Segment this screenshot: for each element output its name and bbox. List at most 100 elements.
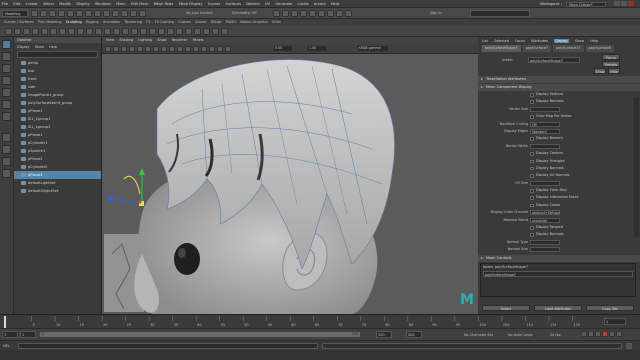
menu-mesh-display[interactable]: Mesh Display xyxy=(179,2,203,6)
live-surface-label[interactable]: No Live Surface xyxy=(186,8,213,19)
menu-cache[interactable]: Cache xyxy=(297,2,308,6)
flatten-tool-icon[interactable] xyxy=(50,28,57,35)
outliner-item[interactable]: pPlane3 xyxy=(14,171,101,179)
viewport-panel[interactable]: View Shading Lighting Show Renderer Pane… xyxy=(102,37,478,314)
shelf-tab-animation[interactable]: Animation xyxy=(103,20,120,24)
menu-select[interactable]: Select xyxy=(43,2,54,6)
bulge-tool-icon[interactable] xyxy=(140,28,147,35)
shelf-tab-motion-graphics[interactable]: Motion Graphics xyxy=(240,20,268,24)
menu-mesh[interactable]: Mesh xyxy=(116,2,125,6)
node-tab-surface8[interactable]: polySurface8 xyxy=(585,45,614,52)
select-hierarchy-icon[interactable] xyxy=(76,10,83,17)
symmetry-label[interactable]: Symmetry: Off xyxy=(232,8,257,19)
scrape-tool-icon[interactable] xyxy=(104,28,111,35)
move-manipulator[interactable] xyxy=(106,168,145,206)
exposure-field[interactable]: 0.00 xyxy=(274,46,292,51)
playback-start-field[interactable]: 1 xyxy=(20,331,36,338)
grab-tool-icon[interactable] xyxy=(32,28,39,35)
attribute-checkbox[interactable] xyxy=(530,196,534,200)
menu-modify[interactable]: Modify xyxy=(59,2,71,6)
wax-tool-icon[interactable] xyxy=(95,28,102,35)
snap-curve-icon[interactable] xyxy=(112,10,119,17)
menu-surfaces[interactable]: Surfaces xyxy=(225,2,241,6)
ae-tab-focus[interactable]: Focus xyxy=(515,39,525,43)
current-frame-field[interactable]: 1 xyxy=(604,318,626,325)
shelf-tab-fx[interactable]: FX xyxy=(146,20,150,24)
attribute-field[interactable] xyxy=(530,143,560,149)
open-scene-icon[interactable] xyxy=(40,10,47,17)
undo-icon[interactable] xyxy=(58,10,65,17)
ae-tab-list[interactable]: List xyxy=(482,39,488,43)
time-slider[interactable]: 5 10 15 20 25 30 35 40 45 50 55 60 65 70 75 80 85 90 95 100… xyxy=(0,314,640,328)
attribute-checkbox[interactable] xyxy=(530,152,534,156)
attribute-checkbox[interactable] xyxy=(530,115,534,119)
attribute-checkbox[interactable] xyxy=(530,189,534,193)
outliner-item[interactable]: pCylinder1 xyxy=(14,139,101,147)
image-plane-icon[interactable] xyxy=(121,46,127,52)
mask-tool-icon[interactable] xyxy=(176,28,183,35)
scene-canvas[interactable]: M xyxy=(102,54,478,314)
imprint-tool-icon[interactable] xyxy=(86,28,93,35)
menu-generate[interactable]: Generate xyxy=(275,2,292,6)
menu-help[interactable]: Help xyxy=(331,2,339,6)
tool-settings-icon[interactable] xyxy=(336,10,343,17)
outliner-item[interactable]: polySurfaceSetmt_group xyxy=(14,99,101,107)
amplify-tool-icon[interactable] xyxy=(149,28,156,35)
go-to-start-icon[interactable] xyxy=(580,331,587,337)
film-gate-icon[interactable] xyxy=(137,46,143,52)
invert-freeze-icon[interactable] xyxy=(212,28,219,35)
section-mesh-controls[interactable]: Mesh Controls xyxy=(478,254,640,262)
pinch-tool-icon[interactable] xyxy=(41,28,48,35)
shelf-tab-rendering[interactable]: Rendering xyxy=(125,20,142,24)
outliner-item[interactable]: pPlane1 xyxy=(14,131,101,139)
render-frame-icon[interactable] xyxy=(273,10,280,17)
outliner-item[interactable]: pSphere1 xyxy=(14,147,101,155)
shelf-tab-mash[interactable]: MASH xyxy=(226,20,236,24)
menu-curves[interactable]: Curves xyxy=(208,2,220,6)
attribute-field[interactable] xyxy=(530,180,560,186)
rotate-tool-icon[interactable] xyxy=(2,88,11,97)
node-tab-surface17[interactable]: polySurface17 xyxy=(553,45,584,52)
relax-tool-icon[interactable] xyxy=(23,28,30,35)
attribute-field[interactable] xyxy=(530,239,560,245)
hypershade-icon[interactable] xyxy=(300,10,307,17)
select-button[interactable]: Select xyxy=(482,305,530,311)
light-editor-icon[interactable] xyxy=(318,10,325,17)
attribute-checkbox[interactable] xyxy=(530,226,534,230)
search-input[interactable] xyxy=(470,10,530,17)
menu-file[interactable]: File xyxy=(2,2,8,6)
shelf-tab-bifrost[interactable]: Bifrost xyxy=(211,20,222,24)
viewport-menu-panels[interactable]: Panels xyxy=(193,38,204,42)
outliner-item[interactable]: Sl1_1group2 xyxy=(14,123,101,131)
shelf-tab-rigging[interactable]: Rigging xyxy=(86,20,99,24)
viewport-menu-view[interactable]: View xyxy=(106,38,114,42)
attribute-field[interactable]: Ambient+Diffuse xyxy=(530,210,560,216)
resolution-gate-icon[interactable] xyxy=(145,46,151,52)
ae-tab-attributes[interactable]: Attributes xyxy=(531,39,548,43)
last-tool-icon[interactable] xyxy=(2,112,11,121)
attribute-checkbox[interactable] xyxy=(530,233,534,237)
outliner-item[interactable]: defaultObjectSet xyxy=(14,187,101,195)
smooth-tool-icon[interactable] xyxy=(14,28,21,35)
viewport-menu-renderer[interactable]: Renderer xyxy=(172,38,187,42)
attribute-checkbox[interactable] xyxy=(530,100,534,104)
presets-button[interactable]: Presets xyxy=(602,61,620,67)
redo-icon[interactable] xyxy=(67,10,74,17)
attribute-checkbox[interactable] xyxy=(530,93,534,97)
textured-icon[interactable] xyxy=(177,46,183,52)
attribute-field[interactable]: overwrite xyxy=(530,217,560,223)
wireframe-icon[interactable] xyxy=(153,46,159,52)
fill-tool-icon[interactable] xyxy=(113,28,120,35)
outliner-item[interactable]: pPlane2 xyxy=(14,155,101,163)
layout-outliner-icon[interactable] xyxy=(2,169,11,178)
attribute-field[interactable]: Standard xyxy=(530,128,560,134)
menu-display[interactable]: Display xyxy=(76,2,89,6)
spray-tool-icon[interactable] xyxy=(68,28,75,35)
play-backward-icon[interactable] xyxy=(594,331,601,337)
layout-side-icon[interactable] xyxy=(2,157,11,166)
snap-grid-icon[interactable] xyxy=(103,10,110,17)
attribute-checkbox[interactable] xyxy=(530,159,534,164)
select-object-icon[interactable] xyxy=(85,10,92,17)
range-bar[interactable]: 1 120 xyxy=(40,332,360,337)
outliner-menu-display[interactable]: Display xyxy=(17,45,30,49)
